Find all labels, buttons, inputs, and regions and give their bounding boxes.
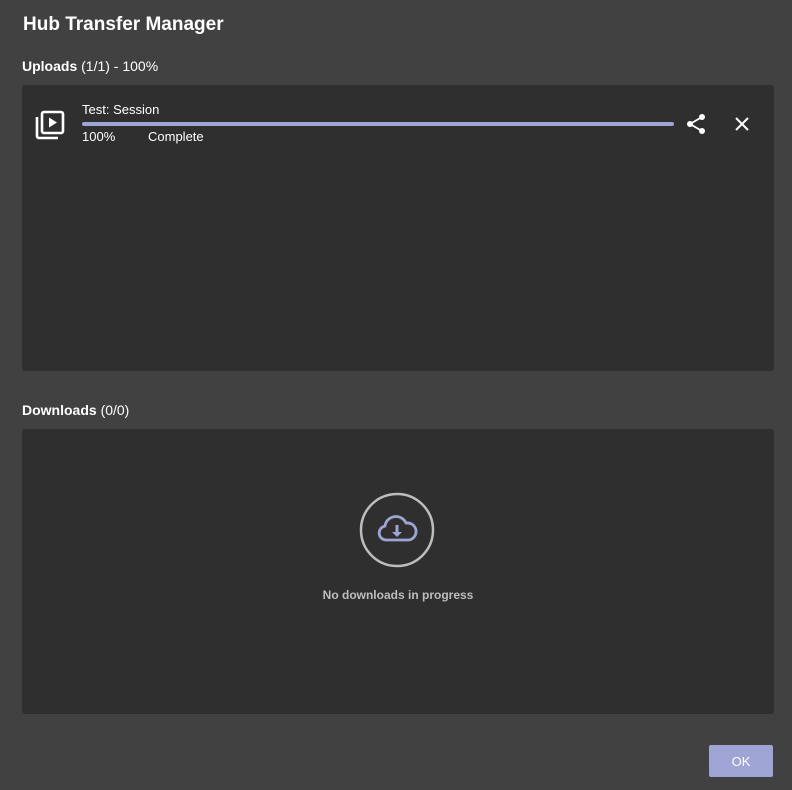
upload-item: Test: Session 100% Complete	[22, 85, 774, 155]
uploads-label: Uploads	[22, 58, 78, 74]
uploads-count: (1/1) - 100%	[81, 58, 159, 74]
video-library-icon	[35, 110, 65, 140]
downloads-heading: Downloads (0/0)	[22, 402, 129, 418]
upload-status: Complete	[148, 129, 204, 144]
close-icon[interactable]	[730, 112, 754, 136]
upload-progress-fill	[82, 122, 674, 126]
downloads-count: (0/0)	[100, 402, 130, 418]
upload-progress-bar	[82, 122, 674, 126]
uploads-heading: Uploads (1/1) - 100%	[22, 58, 158, 74]
upload-file-name: Test: Session	[82, 102, 160, 117]
downloads-panel: No downloads in progress	[22, 429, 774, 714]
dialog-title: Hub Transfer Manager	[23, 14, 224, 35]
share-icon[interactable]	[684, 112, 708, 136]
downloads-label: Downloads	[22, 402, 97, 418]
downloads-empty-message: No downloads in progress	[322, 588, 474, 602]
uploads-panel: Test: Session 100% Complete	[22, 85, 774, 371]
cloud-download-icon	[359, 492, 435, 568]
ok-button[interactable]: OK	[709, 745, 773, 777]
upload-percent: 100%	[82, 129, 116, 144]
